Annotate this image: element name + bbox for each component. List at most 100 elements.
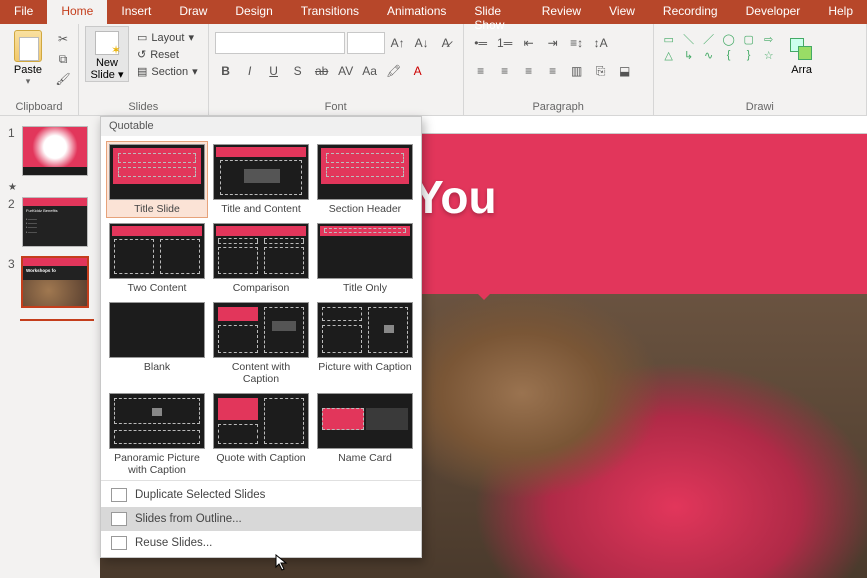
shape-square-icon[interactable]: ▢ [740,32,758,46]
paragraph-group-label: Paragraph [470,101,647,115]
group-slides: New Slide ▾ ▭Layout ▾ ↺Reset ▤Section ▾ … [79,24,209,115]
layout-blank[interactable]: Blank [107,300,207,387]
arrange-button[interactable]: Arra [790,32,814,76]
menu-insert[interactable]: Insert [107,0,165,24]
shape-star-icon[interactable]: ☆ [760,48,778,62]
increase-indent-button[interactable]: ⇥ [542,32,564,54]
layout-name-card[interactable]: Name Card [315,391,415,478]
thumbnail-panel[interactable]: 1 ★ 2 FurKiddz Benefits • ———• ———• ———•… [0,116,100,578]
shape-tri-icon[interactable]: △ [660,48,678,62]
copy-button[interactable]: ⧉ [54,50,72,68]
shape-curve-icon[interactable]: ∿ [700,48,718,62]
font-color-button[interactable]: A [407,60,429,82]
menu-review[interactable]: Review [528,0,595,24]
menu-transitions[interactable]: Transitions [287,0,373,24]
layout-button[interactable]: ▭Layout ▾ [133,30,202,45]
duplicate-slides-item[interactable]: Duplicate Selected Slides [101,483,421,507]
menu-bar: File Home Insert Draw Design Transitions… [0,0,867,24]
shape-oval-icon[interactable]: ◯ [720,32,738,46]
shape-brace2-icon[interactable]: } [740,48,758,62]
reuse-slides-item[interactable]: Reuse Slides... [101,531,421,555]
layout-two-content[interactable]: Two Content [107,221,207,296]
menu-help[interactable]: Help [814,0,867,24]
shape-line-icon[interactable]: ＼ [680,32,698,46]
outline-icon [111,512,127,526]
text-direction-button[interactable]: ↕A [590,32,612,54]
align-center-button[interactable]: ≡ [494,60,516,82]
change-case-button[interactable]: Aa [359,60,381,82]
bullets-button[interactable]: •═ [470,32,492,54]
menu-slideshow[interactable]: Slide Show [460,0,527,24]
decrease-font-button[interactable]: A↓ [411,32,433,54]
shape-arrow-icon[interactable]: ⇨ [760,32,778,46]
shadow-button[interactable]: S [287,60,309,82]
thumbnail-2[interactable]: 2 FurKiddz Benefits • ———• ———• ———• ——— [0,193,100,253]
cut-button[interactable]: ✂ [54,30,72,48]
clear-formatting-button[interactable]: A̷ [435,32,457,54]
arrange-icon [790,38,814,62]
layout-comparison[interactable]: Comparison [211,221,311,296]
drawing-group-label: Drawi [660,101,860,115]
menu-home[interactable]: Home [47,0,107,24]
group-font: A↑ A↓ A̷ B I U S ab AV Aa 🖍 A Font [209,24,464,115]
layout-section-header[interactable]: Section Header [315,142,415,217]
mouse-cursor-icon [275,554,289,572]
smartart-button[interactable]: ⬓ [614,60,636,82]
new-slide-label-2: Slide [90,69,114,81]
thumbnail-1[interactable]: 1 [0,122,100,182]
slides-from-outline-item[interactable]: Slides from Outline... [101,507,421,531]
menu-design[interactable]: Design [221,0,286,24]
reset-button[interactable]: ↺Reset [133,47,202,62]
reuse-icon [111,536,127,550]
group-paragraph: •═ 1═ ⇤ ⇥ ≡↕ ↕A ≡ ≡ ≡ ≡ ▥ ⎘ ⬓ Paragraph [464,24,654,115]
new-slide-icon [95,31,119,55]
menu-view[interactable]: View [595,0,649,24]
align-right-button[interactable]: ≡ [518,60,540,82]
shape-connector-icon[interactable]: ↳ [680,48,698,62]
slides-group-label: Slides [85,101,202,115]
layout-title-only[interactable]: Title Only [315,221,415,296]
justify-button[interactable]: ≡ [542,60,564,82]
underline-button[interactable]: U [263,60,285,82]
paste-button[interactable]: Paste ▾ [6,26,50,87]
line-spacing-button[interactable]: ≡↕ [566,32,588,54]
layout-content-with-caption[interactable]: Content with Caption [211,300,311,387]
font-group-label: Font [215,101,457,115]
shape-brace-icon[interactable]: { [720,48,738,62]
layout-quote-with-caption[interactable]: Quote with Caption [211,391,311,478]
layout-panoramic-picture[interactable]: Panoramic Picture with Caption [107,391,207,478]
increase-font-button[interactable]: A↑ [387,32,409,54]
columns-button[interactable]: ▥ [566,60,588,82]
layout-picture-with-caption[interactable]: Picture with Caption [315,300,415,387]
italic-button[interactable]: I [239,60,261,82]
char-spacing-button[interactable]: AV [335,60,357,82]
paste-icon [14,30,42,62]
format-painter-button[interactable]: 🖌 [54,70,72,88]
menu-developer[interactable]: Developer [732,0,815,24]
clipboard-group-label: Clipboard [6,101,72,115]
section-icon: ▤ [137,65,147,78]
new-slide-button[interactable]: New Slide ▾ [85,26,129,82]
menu-draw[interactable]: Draw [165,0,221,24]
font-size-select[interactable] [347,32,385,54]
menu-file[interactable]: File [0,0,47,24]
decrease-indent-button[interactable]: ⇤ [518,32,540,54]
bold-button[interactable]: B [215,60,237,82]
layout-icon: ▭ [137,31,147,44]
section-button[interactable]: ▤Section ▾ [133,64,202,79]
align-text-button[interactable]: ⎘ [590,60,612,82]
layout-title-and-content[interactable]: Title and Content [211,142,311,217]
strikethrough-button[interactable]: ab [311,60,333,82]
ribbon: Paste ▾ ✂ ⧉ 🖌 Clipboard New Slide ▾ ▭Lay… [0,24,867,116]
menu-recording[interactable]: Recording [649,0,732,24]
highlight-button[interactable]: 🖍 [383,60,405,82]
font-family-select[interactable] [215,32,345,54]
numbering-button[interactable]: 1═ [494,32,516,54]
align-left-button[interactable]: ≡ [470,60,492,82]
menu-animations[interactable]: Animations [373,0,460,24]
layout-title-slide[interactable]: Title Slide [107,142,207,217]
thumbnail-3[interactable]: 3 Workshops fo [0,253,100,313]
shape-line2-icon[interactable]: ／ [700,32,718,46]
shapes-gallery[interactable]: ▭ ＼ ／ ◯ ▢ ⇨ △ ↳ ∿ { } ☆ [660,32,778,62]
shape-rect-icon[interactable]: ▭ [660,32,678,46]
